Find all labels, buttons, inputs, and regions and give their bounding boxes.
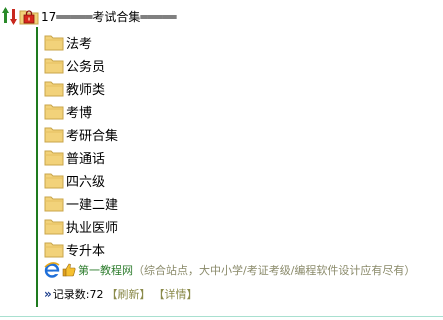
folder-icon <box>44 58 64 74</box>
site-link[interactable]: 第一教程网 <box>78 262 133 278</box>
folder-label[interactable]: 一建二建 <box>66 194 118 213</box>
folder-item-putonghua[interactable]: 普通话 <box>44 146 118 169</box>
folder-label[interactable]: 执业医师 <box>66 217 118 236</box>
folder-label[interactable]: 教师类 <box>66 79 105 98</box>
folder-item-kaoyan[interactable]: 考研合集 <box>44 123 118 146</box>
folder-label[interactable]: 普通话 <box>66 148 105 167</box>
sort-icon[interactable] <box>2 7 18 25</box>
folder-item-zhiyeyishi[interactable]: 执业医师 <box>44 215 118 238</box>
folder-icon <box>44 219 64 235</box>
locked-folder-icon <box>19 9 39 24</box>
ie-icon <box>44 262 60 278</box>
folder-label[interactable]: 专升本 <box>66 240 105 259</box>
folder-label[interactable]: 四六级 <box>66 171 105 190</box>
folder-label[interactable]: 考博 <box>66 102 92 121</box>
folder-list: 法考 公务员 教师类 考博 考研合集 普通话 四六级 一建二建 执业医师 专升本 <box>44 31 118 261</box>
folder-item-yijianerjian[interactable]: 一建二建 <box>44 192 118 215</box>
refresh-link[interactable]: 【刷新】 <box>106 286 150 302</box>
folder-icon <box>44 150 64 166</box>
folder-item-zhuanshengben[interactable]: 专升本 <box>44 238 118 261</box>
root-folder-title[interactable]: 17═════考试合集═════ <box>41 8 177 25</box>
site-description: （综合站点，大中小学/考证考级/编程软件设计应有尽有） <box>133 264 416 277</box>
folder-item-jiaoshilei[interactable]: 教师类 <box>44 77 118 100</box>
folder-item-fakao[interactable]: 法考 <box>44 31 118 54</box>
folder-label[interactable]: 考研合集 <box>66 125 118 144</box>
root-folder-row[interactable]: 17═════考试合集═════ <box>2 6 177 26</box>
folder-icon <box>44 81 64 97</box>
folder-icon <box>44 104 64 120</box>
folder-item-siliuji[interactable]: 四六级 <box>44 169 118 192</box>
record-count: 记录数:72 <box>52 288 104 301</box>
folder-icon <box>44 173 64 189</box>
bottom-divider <box>0 316 443 317</box>
folder-icon <box>44 35 64 51</box>
tree-connector-line <box>36 27 38 307</box>
thumbs-up-icon <box>62 263 76 277</box>
details-link[interactable]: 【详情】 <box>153 286 197 302</box>
folder-label[interactable]: 法考 <box>66 33 92 52</box>
double-chevron-right-icon: » <box>44 287 52 301</box>
folder-icon <box>44 242 64 258</box>
record-row: » 记录数:72 【刷新】 【详情】 <box>44 285 197 303</box>
folder-icon <box>44 127 64 143</box>
folder-item-kaobo[interactable]: 考博 <box>44 100 118 123</box>
folder-label[interactable]: 公务员 <box>66 56 105 75</box>
folder-icon <box>44 196 64 212</box>
site-link-row: 第一教程网 （综合站点，大中小学/考证考级/编程软件设计应有尽有） <box>44 260 415 280</box>
folder-item-gongwuyuan[interactable]: 公务员 <box>44 54 118 77</box>
